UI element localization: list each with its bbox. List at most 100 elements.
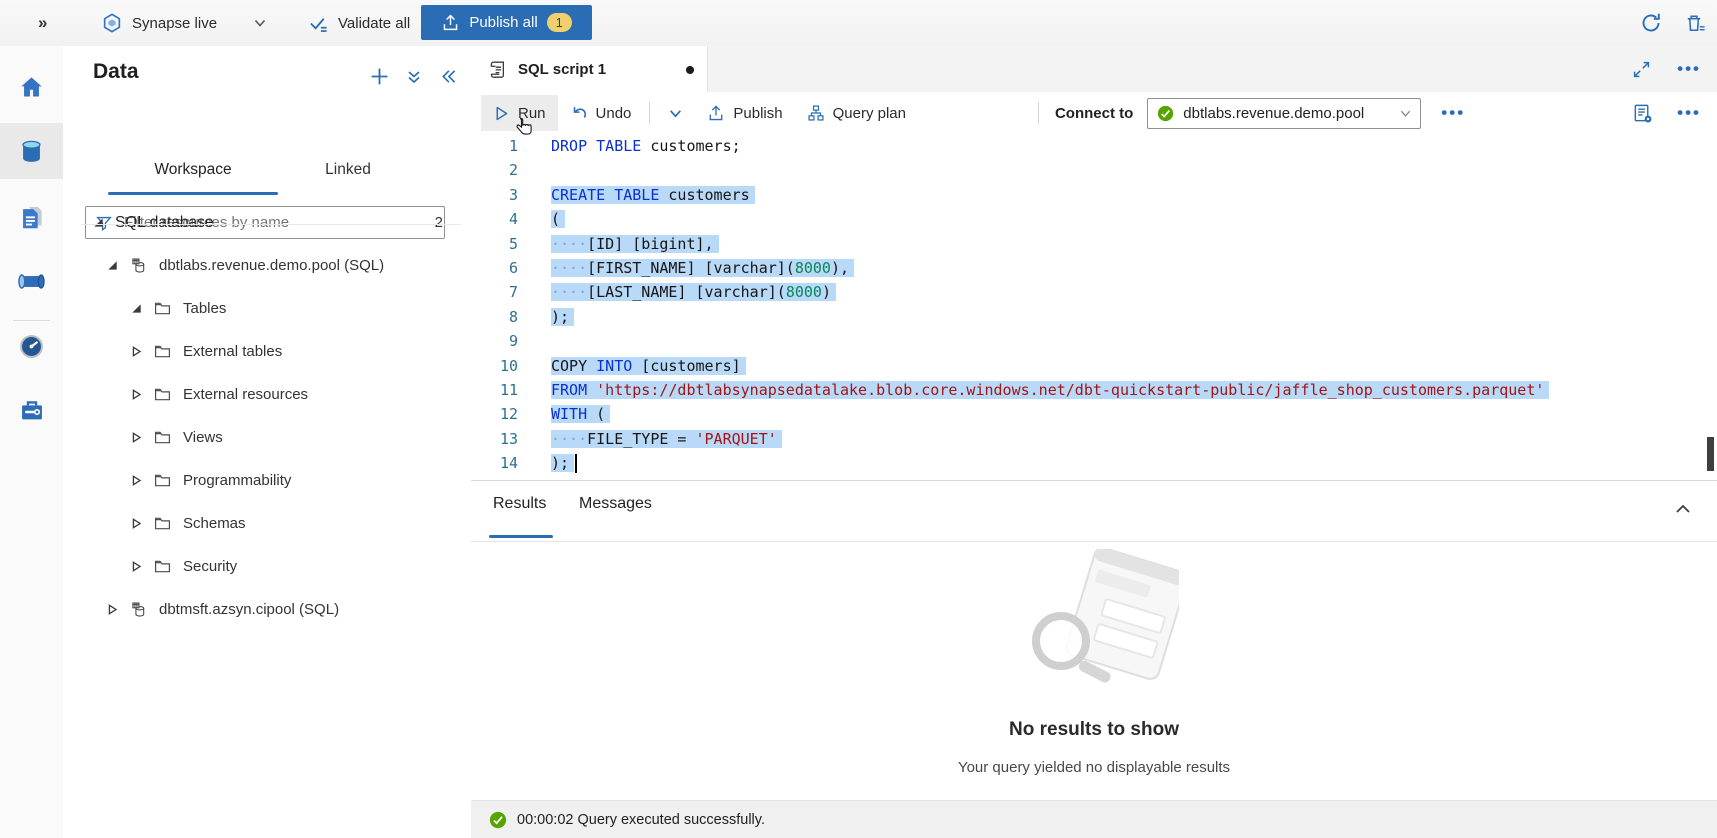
- run-button[interactable]: Run: [481, 95, 558, 131]
- add-resource-icon[interactable]: [369, 66, 390, 87]
- tree-node[interactable]: Views: [63, 416, 471, 459]
- publish-all-button[interactable]: Publish all 1: [421, 5, 592, 40]
- pool-selector-dropdown[interactable]: dbtlabs.revenue.demo.pool: [1147, 98, 1421, 129]
- line-number: 4: [471, 207, 518, 231]
- collapsed-triangle-icon[interactable]: [129, 561, 143, 572]
- code-line[interactable]: 6····[FIRST_NAME] [varchar](8000),: [471, 256, 1717, 280]
- expand-editor-icon[interactable]: [1632, 60, 1651, 79]
- code-line[interactable]: 5····[ID] [bigint],: [471, 232, 1717, 256]
- nav-data-icon[interactable]: [0, 123, 68, 179]
- tab-more-actions-icon[interactable]: •••: [1677, 59, 1701, 79]
- undo-button[interactable]: Undo: [558, 95, 644, 131]
- tab-results[interactable]: Results: [493, 495, 546, 513]
- collapse-results-icon[interactable]: [1673, 499, 1693, 519]
- tab-title: SQL script 1: [518, 61, 606, 78]
- expanded-triangle-icon[interactable]: [91, 217, 105, 228]
- pool-name: dbtlabs.revenue.demo.pool: [1183, 105, 1390, 122]
- query-status-bar: 00:00:02 Query executed successfully.: [471, 800, 1717, 838]
- selection-highlight: ····[LAST_NAME] [varchar](8000): [551, 283, 836, 301]
- collapsed-triangle-icon[interactable]: [129, 389, 143, 400]
- code-line[interactable]: 8);: [471, 305, 1717, 329]
- expand-panel-icon[interactable]: »: [38, 0, 47, 46]
- code-text: ····[LAST_NAME] [varchar](8000): [551, 280, 836, 304]
- selection-highlight: );: [551, 454, 574, 472]
- tree-node[interactable]: Security: [63, 545, 471, 588]
- folder-icon: [153, 557, 172, 576]
- selection-highlight: WITH (: [551, 405, 610, 423]
- tree-node-sql-database[interactable]: SQL database 2: [63, 201, 471, 244]
- pool-chevron-down-icon: [1399, 107, 1412, 120]
- database-icon: [129, 256, 148, 275]
- editor-scrollbar-thumb[interactable]: [1707, 437, 1714, 471]
- status-message: 00:00:02 Query executed successfully.: [517, 812, 765, 828]
- tab-sql-script-1[interactable]: SQL script 1: [471, 46, 708, 92]
- nav-manage-icon[interactable]: [0, 382, 63, 438]
- tab-linked[interactable]: Linked: [293, 150, 403, 190]
- code-line[interactable]: 13 ····FILE_TYPE = 'PARQUET': [471, 427, 1717, 451]
- collapsed-triangle-icon[interactable]: [129, 346, 143, 357]
- tree-divider: [81, 224, 461, 225]
- code-line[interactable]: 10COPY INTO [customers]: [471, 354, 1717, 378]
- code-line[interactable]: 9: [471, 329, 1717, 353]
- line-number: 6: [471, 256, 518, 280]
- collapsed-triangle-icon[interactable]: [129, 518, 143, 529]
- code-line[interactable]: 14);: [471, 451, 1717, 475]
- line-number: 10: [471, 354, 518, 378]
- mode-chevron-down-icon[interactable]: [253, 0, 267, 46]
- resource-tree: SQL database 2 dbtlabs.revenue.demo.pool…: [63, 201, 471, 631]
- mode-selector[interactable]: Synapse live: [101, 0, 217, 46]
- nav-home-icon[interactable]: [0, 59, 63, 115]
- folder-icon: [153, 428, 172, 447]
- collapsed-triangle-icon[interactable]: [105, 604, 119, 615]
- line-number: 14: [471, 451, 518, 475]
- tree-node[interactable]: Programmability: [63, 459, 471, 502]
- tree-node-label: Security: [183, 558, 237, 575]
- expanded-triangle-icon[interactable]: [129, 303, 143, 314]
- tree-node[interactable]: Tables: [63, 287, 471, 330]
- results-divider: [471, 541, 1717, 542]
- code-line[interactable]: 4(: [471, 207, 1717, 231]
- code-text: CREATE TABLE customers: [551, 183, 755, 207]
- run-options-chevron-icon[interactable]: [656, 95, 695, 131]
- refresh-icon[interactable]: [1639, 0, 1663, 46]
- text-cursor: [575, 454, 577, 473]
- code-line[interactable]: 2: [471, 158, 1717, 182]
- expanded-triangle-icon[interactable]: [105, 260, 119, 271]
- collapsed-triangle-icon[interactable]: [129, 475, 143, 486]
- code-line[interactable]: 12WITH (: [471, 402, 1717, 426]
- tree-node[interactable]: External resources: [63, 373, 471, 416]
- tree-node-label: External resources: [183, 386, 308, 403]
- nav-integrate-icon[interactable]: [0, 253, 63, 309]
- toolbar-more-actions-icon[interactable]: •••: [1441, 103, 1465, 123]
- editor-tab-bar: SQL script 1 •••: [471, 46, 1717, 93]
- code-line[interactable]: 11FROM 'https://dbtlabsynapsedatalake.bl…: [471, 378, 1717, 402]
- line-number: 13: [471, 427, 518, 451]
- tree-node[interactable]: dbtlabs.revenue.demo.pool (SQL): [63, 244, 471, 287]
- validate-all-button[interactable]: Validate all: [308, 0, 410, 46]
- query-plan-button[interactable]: Query plan: [795, 95, 918, 131]
- collapse-all-icon[interactable]: [405, 68, 423, 86]
- code-text: ····[ID] [bigint],: [551, 232, 719, 256]
- publish-button[interactable]: Publish: [695, 95, 794, 131]
- tree-node[interactable]: External tables: [63, 330, 471, 373]
- selection-highlight: ····FILE_TYPE = 'PARQUET': [551, 430, 782, 448]
- sql-code-editor[interactable]: 1DROP TABLE customers;23CREATE TABLE cus…: [471, 134, 1717, 481]
- top-command-bar: » Synapse live Validate all Publish all …: [0, 0, 1717, 47]
- nav-develop-icon[interactable]: [0, 189, 63, 245]
- discard-all-icon[interactable]: [1684, 0, 1707, 46]
- code-line[interactable]: 7····[LAST_NAME] [varchar](8000): [471, 280, 1717, 304]
- tree-node[interactable]: dbtmsft.azsyn.cipool (SQL): [63, 588, 471, 631]
- tab-messages[interactable]: Messages: [579, 495, 652, 513]
- editor-more-actions-icon[interactable]: •••: [1677, 103, 1701, 123]
- collapsed-triangle-icon[interactable]: [129, 432, 143, 443]
- collapse-panel-icon[interactable]: [438, 67, 457, 86]
- data-explorer-panel: Data Workspace Linked: [63, 46, 472, 838]
- nav-monitor-icon[interactable]: [0, 318, 63, 374]
- tab-workspace[interactable]: Workspace: [108, 150, 278, 190]
- tree-node-label: dbtmsft.azsyn.cipool (SQL): [159, 601, 339, 618]
- code-line[interactable]: 3CREATE TABLE customers: [471, 183, 1717, 207]
- code-line[interactable]: 1DROP TABLE customers;: [471, 134, 1717, 158]
- properties-icon[interactable]: [1632, 103, 1653, 124]
- empty-results-title: No results to show: [471, 719, 1717, 741]
- tree-node[interactable]: Schemas: [63, 502, 471, 545]
